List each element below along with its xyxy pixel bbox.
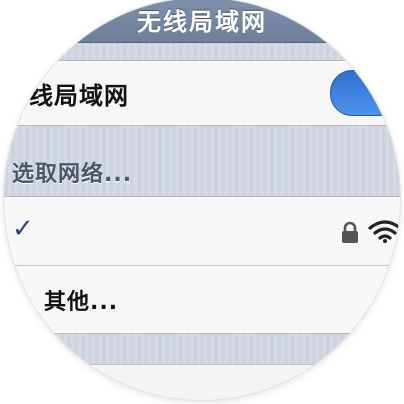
- page-title: 无线局域网: [137, 8, 267, 36]
- wifi-toggle-row: 无线局域网: [4, 60, 400, 126]
- network-row-connected[interactable]: ✓: [4, 197, 400, 265]
- network-row-other[interactable]: 其他...: [4, 266, 400, 333]
- navigation-bar: 无线局域网: [4, 0, 400, 43]
- wifi-toggle-label: 无线局域网: [4, 82, 129, 110]
- lock-icon: [342, 221, 358, 243]
- network-list: ✓ 其他...: [4, 196, 400, 334]
- checkmark-icon: ✓: [12, 214, 34, 244]
- wifi-signal-icon: [368, 220, 400, 243]
- magnified-settings-view: 无线局域网 无线局域网 选取网络... ✓ 其他...: [4, 0, 400, 400]
- screen: 无线局域网 无线局域网 选取网络... ✓ 其他...: [0, 0, 404, 404]
- wifi-toggle-switch[interactable]: [330, 70, 400, 116]
- other-network-label: 其他...: [44, 290, 119, 315]
- choose-network-header: 选取网络...: [12, 162, 133, 187]
- next-section: [4, 364, 400, 400]
